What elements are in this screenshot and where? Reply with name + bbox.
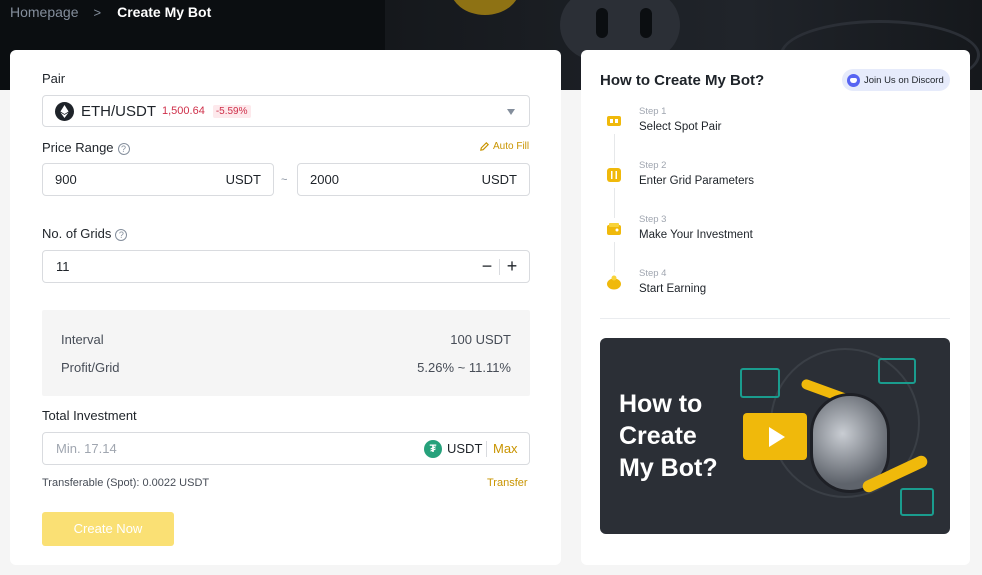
decrement-button[interactable]: − (480, 257, 494, 277)
divider (600, 318, 950, 319)
step-title: Make Your Investment (639, 229, 753, 241)
grids-input[interactable]: 11 − + (42, 250, 530, 283)
profit-label: Profit/Grid (61, 360, 120, 375)
pair-icon (607, 116, 621, 126)
ethereum-icon (55, 101, 74, 121)
step-title: Select Spot Pair (639, 121, 722, 133)
interval-row: Interval 100 USDT (61, 332, 511, 347)
step-number: Step 2 (639, 160, 667, 171)
auto-fill-label: Auto Fill (493, 141, 530, 152)
pair-label: Pair (42, 71, 66, 86)
play-button[interactable] (743, 413, 807, 460)
pair-name: ETH/USDT (81, 102, 156, 120)
step-title: Start Earning (639, 283, 707, 295)
step-number: Step 3 (639, 214, 667, 225)
profit-value: 5.26% ~ 11.11% (417, 360, 511, 375)
investment-unit: USDT (447, 441, 483, 456)
video-caption-line: My Bot? (619, 454, 718, 482)
wallet-icon (607, 223, 621, 235)
grid-summary: Interval 100 USDT Profit/Grid 5.26% ~ 11… (42, 310, 530, 396)
grids-value: 11 (56, 259, 70, 274)
step-title: Enter Grid Parameters (639, 175, 755, 187)
price-range-label-text: Price Range (42, 140, 114, 155)
grids-stepper: − + (480, 257, 519, 277)
chevron-down-icon (507, 109, 515, 115)
breadcrumb-current: Create My Bot (117, 4, 212, 20)
pair-change-badge: -5.59% (212, 104, 251, 118)
guide-panel: How to Create My Bot? Join Us on Discord… (581, 50, 970, 565)
play-icon (769, 426, 785, 447)
range-low-unit: USDT (225, 172, 261, 187)
grids-label: No. of Grids? (42, 226, 128, 241)
range-high-unit: USDT (481, 172, 517, 187)
interval-value: 100 USDT (450, 332, 511, 347)
grids-label-text: No. of Grids (42, 226, 112, 241)
guide-title: How to Create My Bot? (600, 72, 765, 89)
create-now-button[interactable]: Create Now (42, 512, 174, 546)
transferable-balance: Transferable (Spot): 0.0022 USDT (42, 477, 210, 489)
tether-icon: ₮ (424, 440, 442, 458)
profit-row: Profit/Grid 5.26% ~ 11.11% (61, 360, 511, 375)
investment-input[interactable]: Min. 17.14 ₮ USDT Max (42, 432, 530, 465)
video-caption-line: Create (619, 422, 697, 450)
create-bot-form: Pair ETH/USDT 1,500.64 -5.59% Price Rang… (10, 50, 561, 565)
pair-price: 1,500.64 (162, 105, 205, 117)
price-range-label: Price Range? (42, 140, 130, 155)
tutorial-video[interactable]: How to Create My Bot? (600, 338, 950, 534)
discord-button[interactable]: Join Us on Discord (842, 69, 950, 91)
video-caption: How to Create My Bot? (619, 388, 718, 484)
investment-placeholder: Min. 17.14 (56, 441, 117, 456)
auto-fill-button[interactable]: Auto Fill (479, 141, 529, 152)
range-low-input[interactable]: 900 USDT (42, 163, 274, 196)
range-separator: ~ (281, 174, 288, 186)
help-icon[interactable]: ? (115, 229, 128, 241)
pencil-icon (480, 141, 490, 151)
piggy-bank-icon (607, 275, 621, 290)
help-icon[interactable]: ? (117, 143, 130, 155)
breadcrumb-home-link[interactable]: Homepage (10, 4, 79, 20)
breadcrumb: Homepage > Create My Bot (10, 4, 211, 20)
increment-button[interactable]: + (505, 257, 519, 277)
step-number: Step 4 (639, 268, 667, 279)
range-high-input[interactable]: 2000 USDT (297, 163, 530, 196)
investment-label: Total Investment (42, 408, 137, 423)
video-caption-line: How to (619, 390, 703, 418)
range-low-value: 900 (55, 172, 77, 187)
step-number: Step 1 (639, 106, 667, 117)
interval-label: Interval (61, 332, 104, 347)
breadcrumb-separator: > (93, 4, 102, 20)
range-high-value: 2000 (310, 172, 339, 187)
transfer-link[interactable]: Transfer (487, 477, 528, 489)
discord-icon (847, 73, 860, 87)
discord-label: Join Us on Discord (864, 74, 944, 86)
max-button[interactable]: Max (493, 441, 518, 456)
pair-select[interactable]: ETH/USDT 1,500.64 -5.59% (42, 95, 530, 127)
parameters-icon (607, 168, 621, 182)
